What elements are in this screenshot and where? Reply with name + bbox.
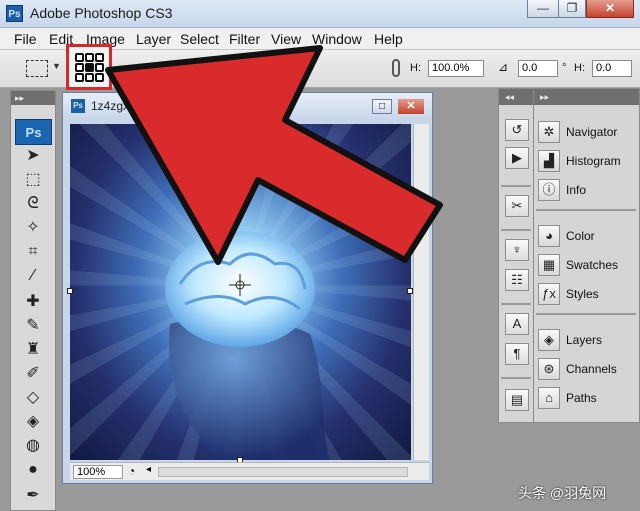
red-pointer-arrow [105,45,443,265]
watermark-text: 头条 @羽兔网 [518,485,607,501]
